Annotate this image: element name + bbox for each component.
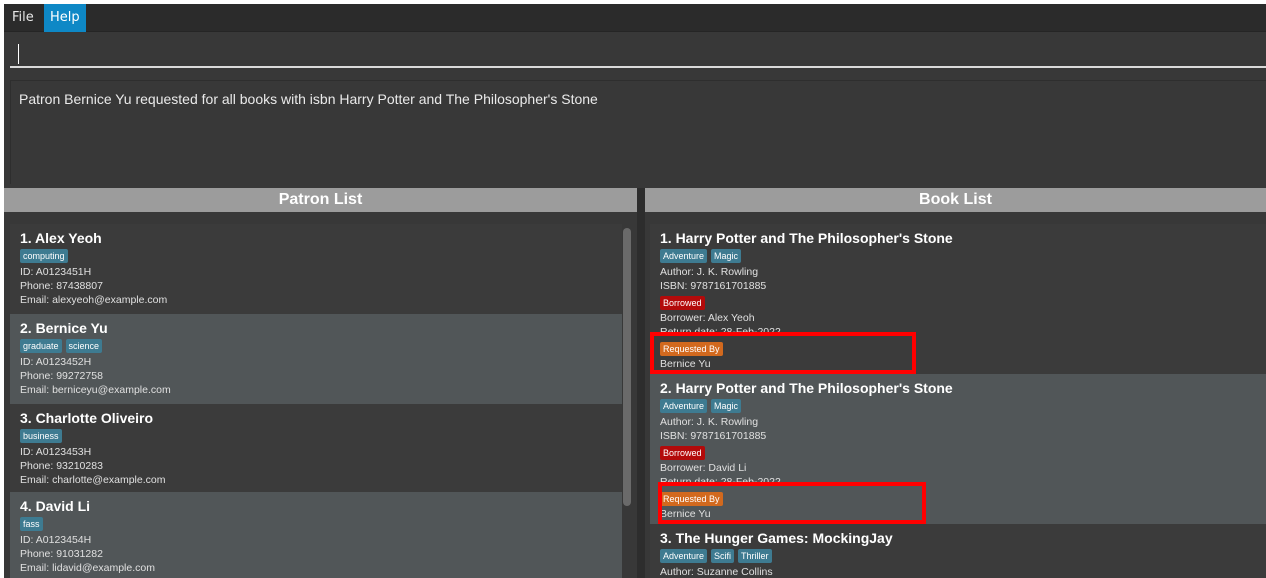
patron-card[interactable]: 2. Bernice Yu graduate science ID: A0123… [10,314,622,404]
panel-divider[interactable] [637,188,645,578]
command-input[interactable] [10,38,1266,68]
book-tag: Adventure [660,249,708,263]
result-display: Patron Bernice Yu requested for all book… [10,80,1266,184]
book-card[interactable]: 3. The Hunger Games: MockingJay Adventur… [650,524,1266,578]
patron-id: ID: A0123454H [20,534,92,546]
patron-name: 3. Charlotte Oliveiro [20,410,154,426]
book-tag: Thriller [738,549,772,563]
patron-id: ID: A0123452H [20,356,92,368]
patron-phone: Phone: 99272758 [20,370,103,382]
patron-list-panel: 1. Alex Yeoh computing ID: A0123451H Pho… [4,214,637,578]
patron-phone: Phone: 87438807 [20,280,103,292]
patron-list-scrollbar[interactable] [623,228,631,506]
patron-phone: Phone: 93210283 [20,460,103,472]
book-isbn: ISBN: 9787161701885 [660,280,767,292]
patron-phone: Phone: 91031282 [20,548,103,560]
patron-tag: computing [20,249,68,263]
borrowed-badge: Borrowed [660,296,705,310]
book-list-header: Book List [645,188,1266,212]
book-author: Author: J. K. Rowling [660,266,759,278]
book-title: 2. Harry Potter and The Philosopher's St… [660,380,953,396]
patron-tag: fass [20,517,43,531]
borrowed-badge: Borrowed [660,446,705,460]
book-author: Author: Suzanne Collins [660,566,773,578]
highlight-box [650,332,916,374]
book-borrower: Borrower: Alex Yeoh [660,312,755,324]
patron-tag: science [65,339,103,353]
patron-card[interactable]: 3. Charlotte Oliveiro business ID: A0123… [10,404,622,492]
book-author: Author: J. K. Rowling [660,416,759,428]
text-caret [18,44,19,64]
book-tag: Adventure [660,549,708,563]
patron-email: Email: lidavid@example.com [20,562,155,574]
patron-list-header: Patron List [4,188,637,212]
patron-email: Email: berniceyu@example.com [20,384,171,396]
patron-card[interactable]: 1. Alex Yeoh computing ID: A0123451H Pho… [10,224,622,314]
patron-email: Email: alexyeoh@example.com [20,294,168,306]
patron-name: 1. Alex Yeoh [20,230,102,246]
book-title: 3. The Hunger Games: MockingJay [660,530,893,546]
patron-email: Email: charlotte@example.com [20,474,166,486]
patron-tag: business [20,429,62,443]
patron-id: ID: A0123451H [20,266,92,278]
book-tag: Scifi [711,549,735,563]
book-tag: Adventure [660,399,708,413]
book-title: 1. Harry Potter and The Philosopher's St… [660,230,953,246]
book-borrower: Borrower: David Li [660,462,747,474]
patron-name: 2. Bernice Yu [20,320,108,336]
highlight-box [658,482,926,524]
book-isbn: ISBN: 9787161701885 [660,430,767,442]
menu-help[interactable]: Help [44,4,86,32]
command-box [4,32,1266,76]
menu-file[interactable]: File [6,4,40,32]
menu-bar: File Help [4,4,1266,32]
patron-card[interactable]: 4. David Li fass ID: A0123454H Phone: 91… [10,492,622,578]
patron-id: ID: A0123453H [20,446,92,458]
patron-name: 4. David Li [20,498,91,514]
book-tag: Magic [711,399,742,413]
book-tag: Magic [711,249,742,263]
app-window: File Help Patron Bernice Yu requested fo… [4,4,1266,578]
patron-tag: graduate [20,339,62,353]
